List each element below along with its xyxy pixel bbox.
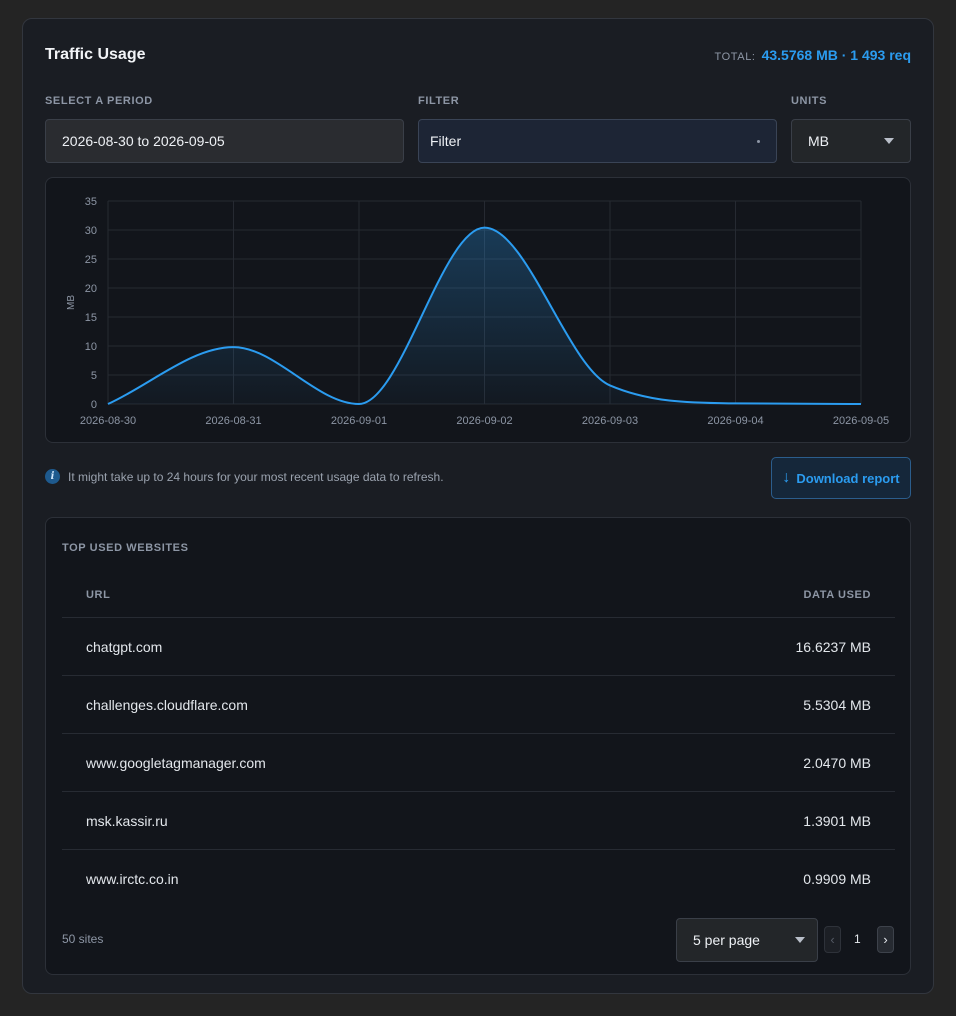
table-header: URL DATA USED xyxy=(62,572,895,618)
y-tick-label: 15 xyxy=(85,312,97,324)
total-label: TOTAL: xyxy=(714,51,756,63)
refresh-notice-text: It might take up to 24 hours for your mo… xyxy=(68,469,444,484)
per-page-value: 5 per page xyxy=(693,932,760,948)
info-icon: i xyxy=(45,469,60,484)
traffic-usage-panel: Traffic Usage TOTAL: 43.5768 MB · 1 493 … xyxy=(22,18,934,994)
x-tick-label: 2026-09-03 xyxy=(582,415,638,427)
units-label: UNITS xyxy=(791,95,827,107)
units-select[interactable]: MB xyxy=(791,119,911,163)
filter-label: FILTER xyxy=(418,95,460,107)
total-value: 43.5768 MB · 1 493 req xyxy=(761,47,911,63)
row-url: www.irctc.co.in xyxy=(86,871,179,887)
period-label: SELECT A PERIOD xyxy=(45,95,153,107)
download-report-button[interactable]: ↓ Download report xyxy=(771,457,911,499)
chevron-down-icon xyxy=(884,138,894,144)
table-row[interactable]: chatgpt.com 16.6237 MB xyxy=(62,618,895,676)
y-tick-label: 30 xyxy=(85,225,97,237)
y-tick-label: 25 xyxy=(85,254,97,266)
y-tick-label: 35 xyxy=(85,196,97,208)
top-websites-card: TOP USED WEBSITES URL DATA USED chatgpt.… xyxy=(45,517,911,975)
y-tick-label: 10 xyxy=(85,341,97,353)
row-url: msk.kassir.ru xyxy=(86,812,168,829)
current-page: 1 xyxy=(854,932,861,946)
x-tick-label: 2026-08-30 xyxy=(80,415,136,427)
page-title: Traffic Usage xyxy=(45,46,146,63)
x-tick-label: 2026-08-31 xyxy=(205,415,261,427)
download-arrow-icon: ↓ xyxy=(782,469,791,486)
series-area xyxy=(108,227,861,404)
table-row[interactable]: challenges.cloudflare.com 5.5304 MB xyxy=(62,676,895,734)
download-report-label: Download report xyxy=(796,470,900,486)
row-data-used: 0.9909 MB xyxy=(803,871,871,887)
traffic-chart: 0 5 10 15 20 25 30 35 2026-08-30 2026-08-31 2026-0… xyxy=(45,177,911,443)
column-header-data-used[interactable]: DATA USED xyxy=(803,589,871,601)
table-row[interactable]: msk.kassir.ru 1.3901 MB xyxy=(62,792,895,850)
per-page-select[interactable]: 5 per page xyxy=(676,918,818,962)
filter-value: Filter xyxy=(430,133,462,149)
total-summary: TOTAL: 43.5768 MB · 1 493 req xyxy=(714,47,911,63)
period-value: 2026-08-30 to 2026-09-05 xyxy=(62,133,225,149)
chevron-left-icon: ‹ xyxy=(830,932,835,947)
traffic-chart-svg: 0 5 10 15 20 25 30 35 2026-08-30 2026-08-31 2026-0… xyxy=(66,196,889,427)
row-data-used: 2.0470 MB xyxy=(803,754,871,771)
row-data-used: 16.6237 MB xyxy=(795,638,872,655)
row-url: challenges.cloudflare.com xyxy=(86,696,248,713)
row-url: chatgpt.com xyxy=(86,638,163,655)
y-axis-label: MB xyxy=(66,295,77,310)
y-tick-label: 5 xyxy=(91,370,97,382)
filter-indicator-icon xyxy=(757,139,760,143)
table-row[interactable]: www.irctc.co.in 0.9909 MB xyxy=(62,850,895,908)
table-row[interactable]: www.googletagmanager.com 2.0470 MB xyxy=(62,734,895,792)
chevron-down-icon xyxy=(795,937,805,943)
chevron-right-icon: › xyxy=(883,932,888,947)
y-tick-label: 20 xyxy=(85,283,97,295)
filter-select[interactable]: Filter xyxy=(418,119,777,163)
period-picker[interactable]: 2026-08-30 to 2026-09-05 xyxy=(45,119,404,163)
table-body: chatgpt.com 16.6237 MB challenges.cloudf… xyxy=(62,618,895,908)
x-tick-label: 2026-09-02 xyxy=(456,415,512,427)
y-tick-label: 0 xyxy=(91,399,97,411)
x-tick-label: 2026-09-05 xyxy=(833,415,889,427)
x-tick-label: 2026-09-01 xyxy=(331,415,387,427)
prev-page-button[interactable]: ‹ xyxy=(824,926,841,953)
refresh-notice: i It might take up to 24 hours for your … xyxy=(45,469,444,484)
x-tick-label: 2026-09-04 xyxy=(707,415,763,427)
row-data-used: 1.3901 MB xyxy=(803,812,871,829)
next-page-button[interactable]: › xyxy=(877,926,894,953)
top-websites-title: TOP USED WEBSITES xyxy=(62,542,189,554)
column-header-url[interactable]: URL xyxy=(86,589,110,601)
row-url: www.googletagmanager.com xyxy=(86,754,266,771)
sites-count: 50 sites xyxy=(62,932,104,946)
row-data-used: 5.5304 MB xyxy=(803,696,871,713)
units-value: MB xyxy=(808,133,829,149)
